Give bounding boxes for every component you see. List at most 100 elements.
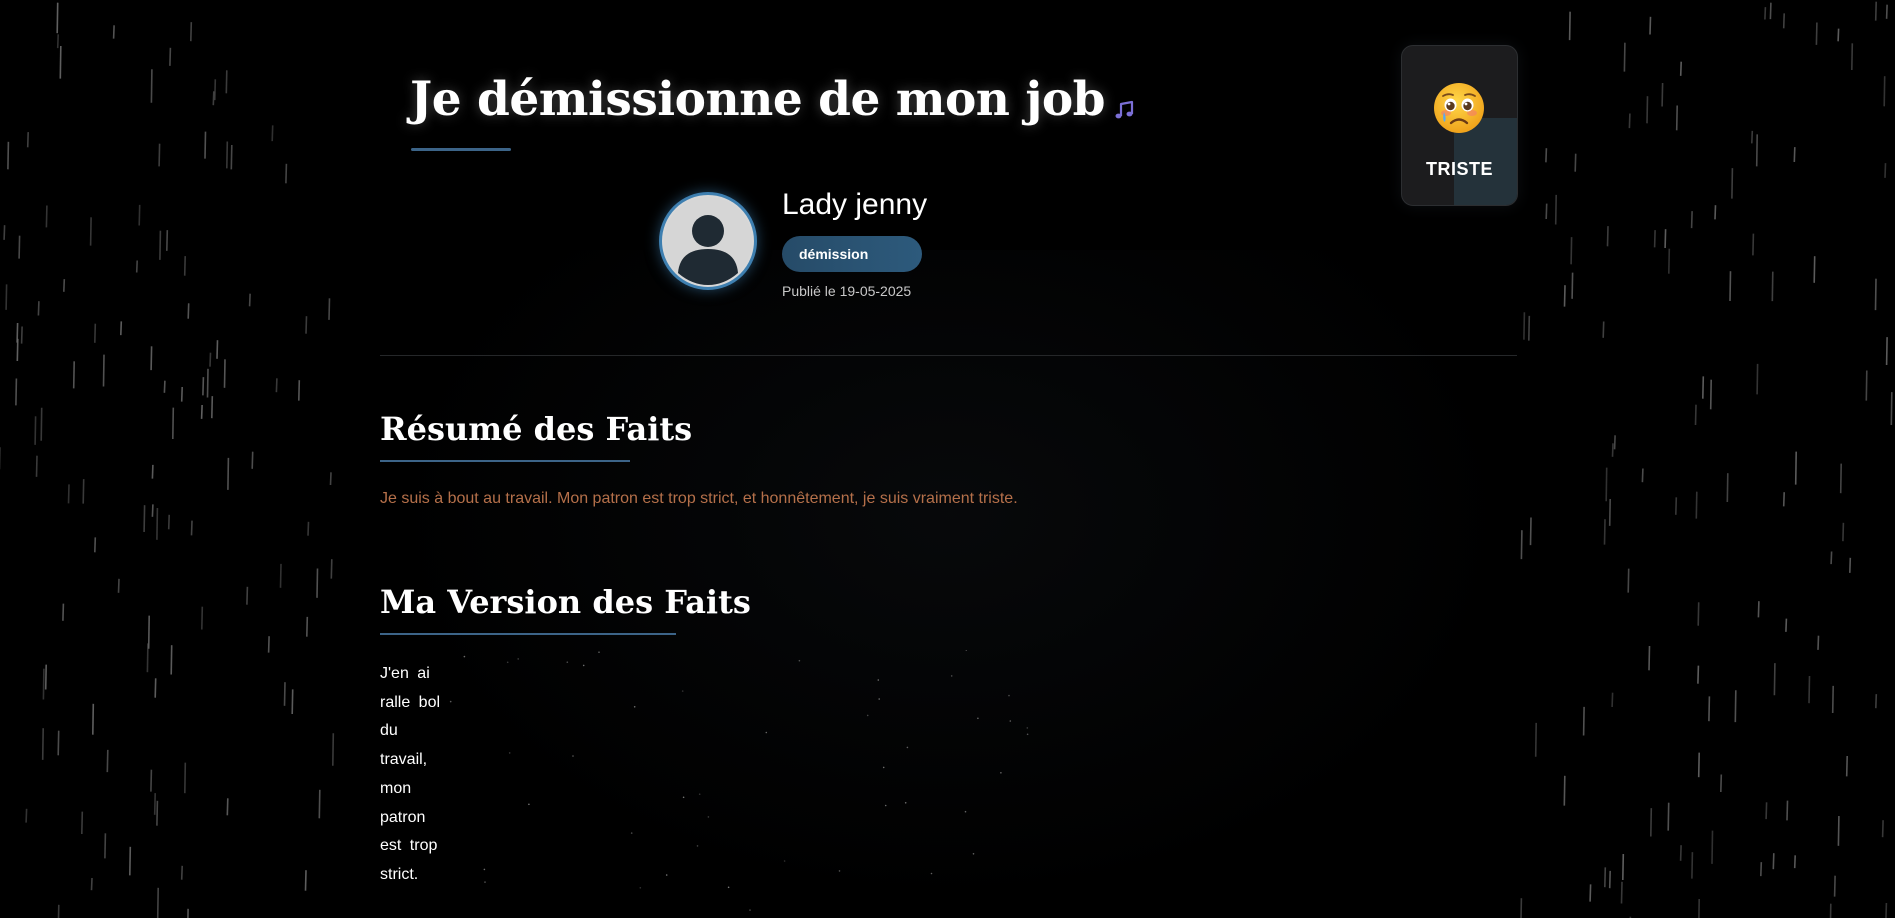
rain-streak xyxy=(16,322,19,343)
rain-streak xyxy=(57,904,60,918)
rain-background xyxy=(0,1,1893,918)
rain-streak xyxy=(1874,278,1877,311)
star-dot xyxy=(884,804,887,807)
rain-streak xyxy=(1845,755,1848,777)
category-tag[interactable]: démission xyxy=(782,236,922,272)
rain-streak xyxy=(1772,853,1775,870)
rain-streak xyxy=(135,260,138,273)
star-dot xyxy=(877,679,880,681)
rain-streak xyxy=(223,359,226,388)
rain-streak xyxy=(151,464,154,479)
rain-streak xyxy=(104,833,107,859)
rain-streak xyxy=(1709,379,1712,410)
rain-streak xyxy=(204,131,207,159)
rain-streak xyxy=(1697,752,1700,778)
rain-streak xyxy=(1582,706,1585,736)
rain-streak xyxy=(1711,830,1714,864)
rain-streak xyxy=(200,404,203,419)
rain-streak xyxy=(94,537,97,553)
user-silhouette-icon xyxy=(664,197,752,285)
rain-streak xyxy=(1675,497,1678,515)
rain-streak xyxy=(163,380,166,393)
rain-streak xyxy=(1675,105,1678,131)
star-dot xyxy=(1000,772,1002,774)
star-dot xyxy=(696,845,699,847)
rain-streak xyxy=(1620,881,1623,904)
rain-streak xyxy=(285,163,288,184)
rain-streak xyxy=(150,769,153,792)
rain-streak xyxy=(1667,802,1670,831)
rain-streak xyxy=(251,451,254,469)
star-dot xyxy=(783,860,786,862)
rain-streak xyxy=(1679,61,1682,76)
rain-streak xyxy=(202,377,205,396)
rain-streak xyxy=(44,664,47,690)
rain-streak xyxy=(112,25,115,39)
star-dot xyxy=(838,870,841,872)
rain-streak xyxy=(82,479,85,504)
rain-streak xyxy=(190,22,193,42)
rain-streak xyxy=(1885,902,1888,918)
rain-streak xyxy=(1760,862,1763,877)
rain-streak xyxy=(307,521,310,536)
rain-streak xyxy=(275,378,278,393)
star-dot xyxy=(506,661,509,664)
rain-streak xyxy=(1833,875,1836,897)
star-dot xyxy=(682,796,685,799)
music-note-icon[interactable] xyxy=(1112,98,1136,122)
rain-streak xyxy=(1545,203,1548,220)
author-name: Lady jenny xyxy=(782,188,928,221)
rain-streak xyxy=(90,877,93,891)
rain-streak xyxy=(187,303,190,319)
content-glow xyxy=(380,250,1520,910)
rain-streak xyxy=(1690,211,1693,229)
rain-streak xyxy=(1648,645,1651,671)
rain-streak xyxy=(92,703,95,735)
rain-streak xyxy=(146,643,149,673)
rain-streak xyxy=(1608,870,1611,889)
rain-streak xyxy=(1554,194,1557,225)
rain-streak xyxy=(216,340,219,359)
star-dot xyxy=(517,658,519,660)
rain-streak xyxy=(1865,370,1868,401)
star-dot xyxy=(972,853,975,855)
rain-streak xyxy=(37,301,40,316)
rain-streak xyxy=(1793,147,1796,163)
star-dot xyxy=(1026,733,1029,736)
rain-streak xyxy=(41,728,44,760)
rain-streak xyxy=(1851,43,1854,71)
rain-streak xyxy=(267,636,270,653)
rain-streak xyxy=(227,457,230,490)
rain-streak xyxy=(306,616,309,637)
rain-streak xyxy=(1691,852,1694,879)
rain-streak xyxy=(143,505,146,533)
rain-streak xyxy=(1563,775,1566,806)
rain-streak xyxy=(1837,815,1840,846)
rain-streak xyxy=(1885,4,1888,19)
rain-streak xyxy=(1574,153,1577,172)
rain-streak xyxy=(62,603,65,621)
summary-text: Je suis à bout au travail. Mon patron es… xyxy=(380,490,1018,507)
star-dot xyxy=(582,664,585,667)
star-dot xyxy=(528,803,530,806)
rain-streak xyxy=(206,368,209,398)
star-dot xyxy=(449,700,452,703)
rain-streak xyxy=(1608,498,1611,526)
rain-streak xyxy=(169,47,172,66)
star-dot xyxy=(566,661,569,663)
rain-streak xyxy=(1831,685,1834,714)
rain-streak xyxy=(1653,230,1656,248)
rain-streak xyxy=(329,472,332,486)
rain-streak xyxy=(226,141,229,169)
rain-streak xyxy=(1714,205,1717,220)
rain-streak xyxy=(1782,13,1785,29)
rain-streak xyxy=(1890,392,1893,426)
rain-streak xyxy=(156,507,159,540)
rain-streak xyxy=(230,144,233,170)
rain-streak xyxy=(279,563,282,588)
mood-card: TRISTE xyxy=(1401,45,1518,206)
rain-streak xyxy=(1782,492,1785,507)
rain-streak xyxy=(42,668,45,700)
star-dot xyxy=(630,832,633,834)
rain-streak xyxy=(1786,800,1789,821)
